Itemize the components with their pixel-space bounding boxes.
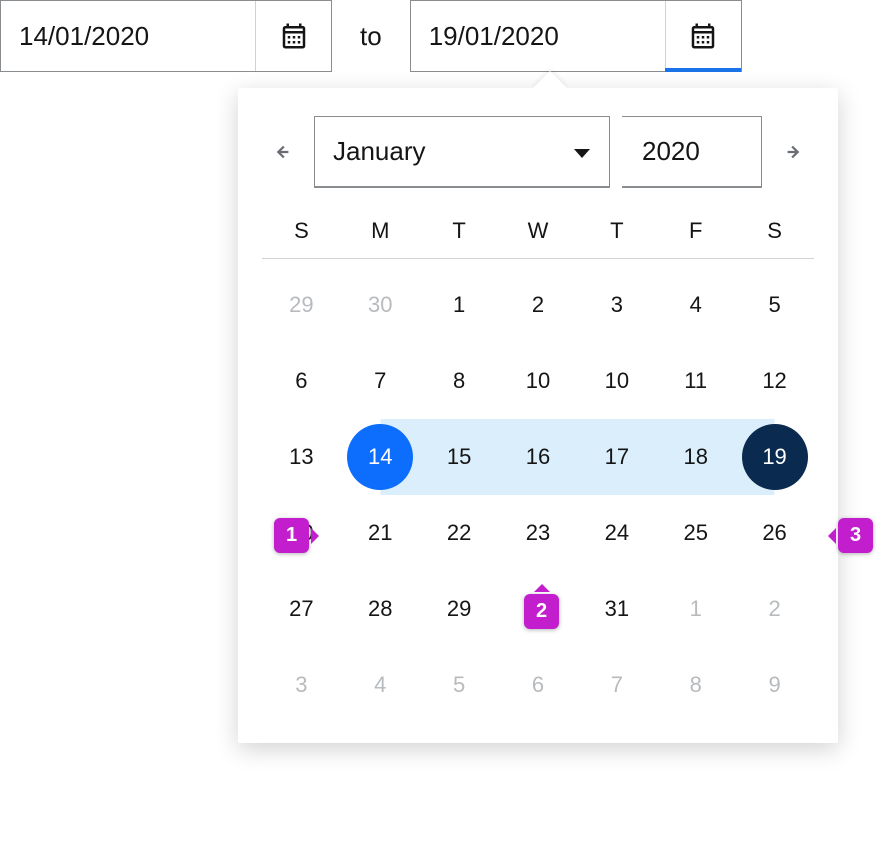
header-divider — [262, 258, 814, 259]
day-cell[interactable]: 10 — [499, 343, 578, 419]
month-select[interactable]: January — [314, 116, 610, 188]
from-date-group — [0, 0, 332, 72]
day-cell[interactable]: 28 — [341, 571, 420, 647]
day-cell[interactable]: 24 — [577, 495, 656, 571]
day-cell[interactable]: 29 — [420, 571, 499, 647]
day-cell[interactable]: 4 — [656, 267, 735, 343]
day-cell[interactable]: 8 — [656, 647, 735, 723]
from-date-input[interactable] — [1, 1, 255, 71]
day-cell[interactable]: 3 — [577, 267, 656, 343]
annotation-3: 3 — [838, 518, 873, 553]
day-cell[interactable]: 30 — [341, 267, 420, 343]
day-cell[interactable]: 25 — [656, 495, 735, 571]
day-cell[interactable]: 6 — [499, 647, 578, 723]
day-cell[interactable]: 15 — [420, 419, 499, 495]
day-cell[interactable]: 7 — [577, 647, 656, 723]
datepicker-popover: January S M T W T F S 293012345678101011… — [238, 88, 838, 743]
day-cell[interactable]: 5 — [735, 267, 814, 343]
day-cell[interactable]: 8 — [420, 343, 499, 419]
caret-down-icon — [573, 136, 591, 167]
day-cell[interactable]: 18 — [656, 419, 735, 495]
arrow-right-icon — [783, 141, 805, 163]
weekday-label: T — [420, 208, 499, 254]
day-cell[interactable]: 9 — [735, 647, 814, 723]
range-start-day[interactable]: 14 — [341, 419, 420, 495]
weekday-label: T — [577, 208, 656, 254]
day-cell[interactable]: 4 — [341, 647, 420, 723]
day-cell[interactable]: 1 — [656, 571, 735, 647]
weekday-label: S — [735, 208, 814, 254]
day-cell[interactable]: 12 — [735, 343, 814, 419]
arrow-left-icon — [271, 141, 293, 163]
weekday-label: S — [262, 208, 341, 254]
datepicker-header: January — [262, 116, 814, 188]
calendar-icon — [688, 21, 718, 51]
to-date-group — [410, 0, 742, 72]
day-cell[interactable]: 6 — [262, 343, 341, 419]
next-month-button[interactable] — [774, 132, 814, 172]
day-cell[interactable]: 21 — [341, 495, 420, 571]
day-cell[interactable]: 2 — [735, 571, 814, 647]
day-cell[interactable]: 26 — [735, 495, 814, 571]
day-cell[interactable]: 1 — [420, 267, 499, 343]
day-cell[interactable]: 29 — [262, 267, 341, 343]
year-input[interactable] — [640, 135, 743, 168]
day-cell[interactable]: 5 — [420, 647, 499, 723]
from-calendar-button[interactable] — [255, 1, 331, 71]
range-end-day[interactable]: 19 — [735, 419, 814, 495]
annotation-2: 2 — [524, 594, 559, 629]
weekday-label: W — [499, 208, 578, 254]
annotation-1: 1 — [274, 518, 309, 553]
day-cell[interactable]: 7 — [341, 343, 420, 419]
day-cell[interactable]: 31 — [577, 571, 656, 647]
day-cell[interactable]: 22 — [420, 495, 499, 571]
day-cell[interactable]: 17 — [577, 419, 656, 495]
day-cell[interactable]: 27 — [262, 571, 341, 647]
month-select-label: January — [333, 136, 426, 167]
day-grid: 2930123456781010111213141516171819202122… — [262, 267, 814, 723]
calendar-icon — [279, 21, 309, 51]
weekday-header: S M T W T F S — [262, 208, 814, 254]
day-cell[interactable]: 11 — [656, 343, 735, 419]
day-cell[interactable]: 23 — [499, 495, 578, 571]
year-input-wrap — [622, 116, 762, 188]
day-cell[interactable]: 16 — [499, 419, 578, 495]
prev-month-button[interactable] — [262, 132, 302, 172]
day-cell[interactable]: 3 — [262, 647, 341, 723]
day-cell[interactable]: 13 — [262, 419, 341, 495]
day-cell[interactable]: 10 — [577, 343, 656, 419]
weekday-label: M — [341, 208, 420, 254]
to-date-input[interactable] — [411, 1, 665, 71]
to-calendar-button[interactable] — [665, 1, 741, 71]
date-range-inputs: to — [0, 0, 892, 72]
to-label: to — [356, 21, 386, 52]
weekday-label: F — [656, 208, 735, 254]
day-cell[interactable]: 2 — [499, 267, 578, 343]
